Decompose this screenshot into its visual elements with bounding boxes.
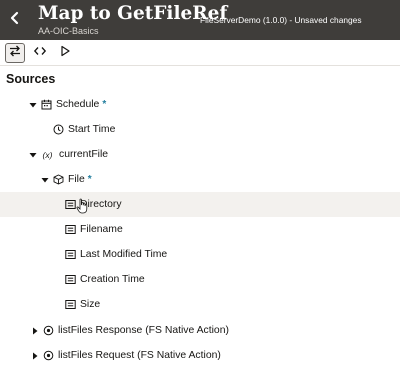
tree-node-label: File — [68, 174, 85, 185]
swap-button[interactable] — [5, 43, 25, 63]
tree-node-label: Start Time — [68, 124, 116, 135]
caret-down-icon[interactable] — [28, 100, 38, 110]
tree-node-listfiles-request[interactable]: listFiles Request (FS Native Action) — [0, 343, 400, 368]
element-icon — [64, 249, 76, 261]
tree-node-start-time[interactable]: Start Time — [0, 117, 400, 142]
page-subtitle: AA-OIC-Basics — [38, 26, 99, 36]
element-icon — [64, 224, 76, 236]
variable-icon: (x) — [42, 149, 53, 160]
code-icon — [33, 44, 47, 63]
target-icon — [42, 325, 54, 337]
cube-icon — [52, 174, 64, 186]
tree-node-label: Last Modified Time — [80, 249, 168, 260]
tree-node-directory[interactable]: Directory — [0, 192, 400, 217]
caret-right-icon[interactable] — [30, 326, 40, 336]
tree-node-last-modified-time[interactable]: Last Modified Time — [0, 242, 400, 267]
mapper-toolbar — [0, 40, 400, 66]
tree-node-creation-time[interactable]: Creation Time — [0, 267, 400, 292]
tree-node-label: listFiles Response (FS Native Action) — [58, 325, 229, 336]
tree-node-label: listFiles Request (FS Native Action) — [58, 350, 221, 361]
required-marker: * — [87, 174, 92, 185]
page-title: Map to GetFileRef — [38, 3, 228, 24]
target-icon — [42, 350, 54, 362]
play-icon — [58, 44, 72, 63]
tree-node-schedule[interactable]: Schedule * — [0, 92, 400, 117]
tree-node-filename[interactable]: Filename — [0, 217, 400, 242]
element-icon — [64, 199, 76, 211]
element-icon — [64, 274, 76, 286]
tree-node-size[interactable]: Size — [0, 292, 400, 317]
tree-node-label: Creation Time — [80, 274, 145, 285]
caret-down-icon[interactable] — [28, 150, 38, 160]
required-marker: * — [102, 99, 107, 110]
test-run-button[interactable] — [55, 43, 75, 63]
tree-node-label: currentFile — [59, 149, 109, 160]
swap-icon — [8, 44, 22, 63]
tree-node-label: Schedule — [56, 99, 100, 110]
sources-heading: Sources — [6, 72, 56, 86]
caret-down-icon[interactable] — [40, 175, 50, 185]
tree-node-label: Filename — [80, 224, 123, 235]
tree-node-label: Size — [80, 299, 101, 310]
page-header: Map to GetFileRef AA-OIC-Basics FileServ… — [0, 0, 400, 40]
tree-node-file[interactable]: File * — [0, 167, 400, 192]
code-view-button[interactable] — [30, 43, 50, 63]
calendar-icon — [40, 99, 52, 111]
caret-right-icon[interactable] — [30, 351, 40, 361]
tree-node-currentfile[interactable]: (x) currentFile — [0, 142, 400, 167]
integration-context: FileServerDemo (1.0.0) - Unsaved changes — [200, 15, 362, 25]
clock-icon — [52, 124, 64, 136]
back-arrow-icon[interactable] — [6, 9, 24, 27]
element-icon — [64, 299, 76, 311]
tree-node-label: Directory — [80, 199, 122, 210]
tree-node-listfiles-response[interactable]: listFiles Response (FS Native Action) — [0, 318, 400, 343]
